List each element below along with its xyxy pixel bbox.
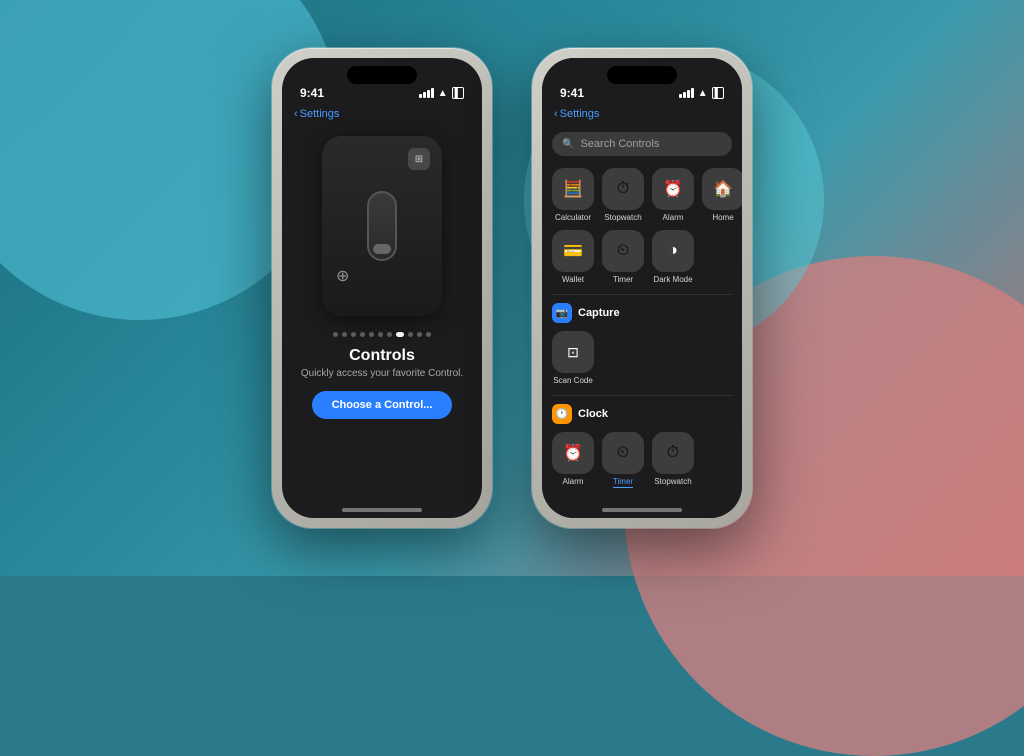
clock-timer-label: Timer [613, 477, 633, 488]
control-wallet[interactable]: 💳 Wallet [552, 230, 594, 284]
divider-2 [552, 395, 732, 396]
clock-section-header: 🕐 Clock [542, 400, 742, 428]
scan-code-label: Scan Code [553, 376, 593, 385]
status-icons-1: ▲ ▌ [419, 87, 464, 99]
back-label-1: Settings [300, 108, 340, 120]
wallet-icon: 💳 [552, 230, 594, 272]
pill-toggle [373, 244, 391, 254]
widget-pill [367, 191, 397, 261]
control-home[interactable]: 🏠 Home [702, 168, 742, 222]
back-button-2[interactable]: ‹ Settings [554, 108, 599, 120]
clock-controls-grid: ⏰ Alarm ⏲ Timer ⏱ Stopwatch [542, 426, 742, 494]
divider-1 [552, 294, 732, 295]
status-icons-2: ▲ ▌ [679, 87, 724, 99]
control-dark-mode[interactable]: ◑ Dark Mode [652, 230, 694, 284]
zoom-icon: ⊕ [336, 266, 349, 286]
control-stopwatch[interactable]: ⏱ Stopwatch [602, 168, 644, 222]
phone-1-screen: 9:41 ▲ ▌ ‹ [282, 58, 482, 518]
dark-mode-icon: ◑ [652, 230, 694, 272]
calculator-icon: 🧮 [552, 168, 594, 210]
dynamic-island-1 [347, 66, 417, 84]
clock-label: Clock [578, 408, 608, 420]
alarm-label: Alarm [663, 213, 684, 222]
choose-control-button[interactable]: Choose a Control... [312, 391, 453, 419]
controls-grid-row2: 💳 Wallet ⏲ Timer ◑ Dark Mode [542, 224, 742, 290]
controls-title: Controls [349, 347, 415, 365]
back-chevron-1: ‹ [294, 108, 298, 120]
clock-alarm[interactable]: ⏰ Alarm [552, 432, 594, 488]
time-1: 9:41 [300, 86, 324, 100]
wallet-label: Wallet [562, 275, 584, 284]
page-indicators [333, 332, 431, 337]
phone-1: 9:41 ▲ ▌ ‹ [272, 48, 492, 528]
dynamic-island-2 [607, 66, 677, 84]
camera-icon: 📷 [556, 308, 568, 319]
scan-code-icon: ⊡ [552, 331, 594, 373]
clock-alarm-label: Alarm [563, 477, 584, 486]
widget-icons: ⊞ [408, 148, 430, 170]
widget-preview: ⊞ ⊕ [322, 136, 442, 316]
dark-mode-label: Dark Mode [653, 275, 692, 284]
control-calculator[interactable]: 🧮 Calculator [552, 168, 594, 222]
capture-section-header: 📷 Capture [542, 299, 742, 327]
clock-stopwatch-icon: ⏱ [652, 432, 694, 474]
search-icon: 🔍 [562, 139, 574, 150]
widget-icon-layers: ⊞ [408, 148, 430, 170]
search-bar[interactable]: 🔍 Search Controls [552, 132, 732, 156]
time-2: 9:41 [560, 86, 584, 100]
calculator-label: Calculator [555, 213, 591, 222]
battery-icon-2: ▌ [712, 87, 724, 99]
home-icon: 🏠 [702, 168, 742, 210]
phone-2: 9:41 ▲ ▌ ‹ [532, 48, 752, 528]
phones-container: 9:41 ▲ ▌ ‹ [0, 0, 1024, 576]
phone-2-screen: 9:41 ▲ ▌ ‹ [542, 58, 742, 518]
home-indicator-1 [342, 508, 422, 512]
capture-controls-grid: ⊡ Scan Code [542, 325, 742, 391]
nav-bar-2: ‹ Settings [542, 104, 742, 126]
back-button-1[interactable]: ‹ Settings [294, 108, 339, 120]
clock-timer-icon: ⏲ [602, 432, 644, 474]
clock-alarm-icon: ⏰ [552, 432, 594, 474]
clock-stopwatch[interactable]: ⏱ Stopwatch [652, 432, 694, 488]
home-indicator-2 [602, 508, 682, 512]
control-scan-code[interactable]: ⊡ Scan Code [552, 331, 594, 385]
clock-section-icon: 🕐 [552, 404, 572, 424]
back-label-2: Settings [560, 108, 600, 120]
capture-label: Capture [578, 307, 620, 319]
timer-label: Timer [613, 275, 633, 284]
home-label: Home [712, 213, 733, 222]
search-placeholder: Search Controls [580, 138, 659, 150]
clock-stopwatch-label: Stopwatch [654, 477, 691, 486]
wifi-icon-2: ▲ [698, 88, 708, 99]
battery-icon-1: ▌ [452, 87, 464, 99]
signal-icon-1 [419, 88, 434, 98]
back-chevron-2: ‹ [554, 108, 558, 120]
wifi-icon-1: ▲ [438, 88, 448, 99]
nav-bar-1: ‹ Settings [282, 104, 482, 126]
stopwatch-label: Stopwatch [604, 213, 641, 222]
controls-subtitle: Quickly access your favorite Control. [301, 368, 463, 379]
controls-grid-main: 🧮 Calculator ⏱ Stopwatch ⏰ Alarm 🏠 Home [542, 162, 742, 228]
alarm-icon: ⏰ [652, 168, 694, 210]
phone1-content: ⊞ ⊕ [282, 126, 482, 518]
control-alarm[interactable]: ⏰ Alarm [652, 168, 694, 222]
signal-icon-2 [679, 88, 694, 98]
clock-timer[interactable]: ⏲ Timer [602, 432, 644, 488]
timer-icon: ⏲ [602, 230, 644, 272]
control-timer[interactable]: ⏲ Timer [602, 230, 644, 284]
capture-section-icon: 📷 [552, 303, 572, 323]
clock-icon: 🕐 [556, 409, 568, 420]
stopwatch-icon: ⏱ [602, 168, 644, 210]
